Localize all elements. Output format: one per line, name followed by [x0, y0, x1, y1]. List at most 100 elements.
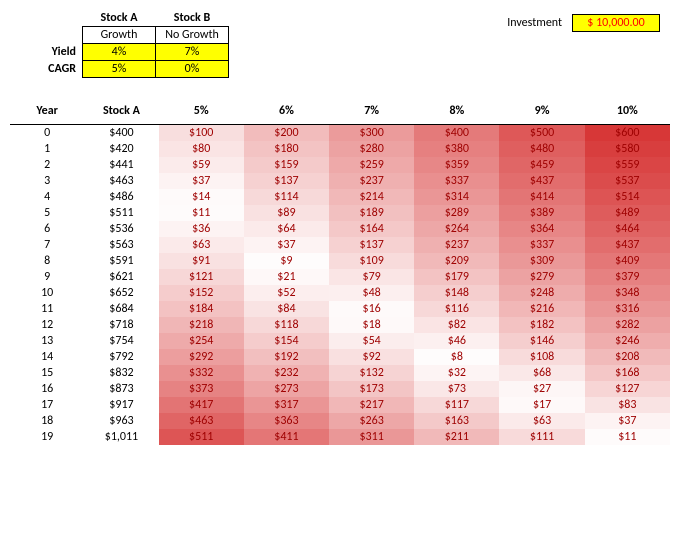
- diff-cell: $580: [585, 141, 670, 157]
- diff-cell: $37: [244, 237, 329, 253]
- diff-cell: $364: [499, 221, 584, 237]
- stock-a-cell: $832: [84, 365, 158, 381]
- year-cell: 14: [10, 349, 84, 365]
- diff-cell: $289: [414, 205, 499, 221]
- table-row: 5$511$11$89$189$289$389$489: [10, 205, 670, 221]
- stock-b-cagr[interactable]: 0%: [156, 61, 229, 78]
- diff-cell: $208: [585, 349, 670, 365]
- diff-cell: $273: [244, 381, 329, 397]
- diff-cell: $32: [414, 365, 499, 381]
- stock-a-cell: $591: [84, 253, 158, 269]
- col-5pct: 5%: [159, 98, 244, 125]
- diff-cell: $163: [414, 413, 499, 429]
- col-7pct: 7%: [329, 98, 414, 125]
- diff-cell: $237: [414, 237, 499, 253]
- investment-panel: Investment $ 10,000.00: [507, 10, 670, 32]
- diff-cell: $11: [159, 205, 244, 221]
- stock-b-yield[interactable]: 7%: [156, 44, 229, 61]
- table-row: 9$621$121$21$79$179$279$379: [10, 269, 670, 285]
- diff-cell: $311: [329, 429, 414, 445]
- diff-cell: $217: [329, 397, 414, 413]
- diff-cell: $152: [159, 285, 244, 301]
- diff-cell: $559: [585, 157, 670, 173]
- diff-cell: $73: [414, 381, 499, 397]
- col-year: Year: [10, 98, 84, 125]
- table-row: 4$486$14$114$214$314$414$514: [10, 189, 670, 205]
- diff-cell: $132: [329, 365, 414, 381]
- diff-cell: $348: [585, 285, 670, 301]
- stock-a-cell: $792: [84, 349, 158, 365]
- diff-cell: $182: [499, 317, 584, 333]
- table-row: 11$684$184$84$16$116$216$316: [10, 301, 670, 317]
- stock-a-cell: $652: [84, 285, 158, 301]
- diff-cell: $300: [329, 125, 414, 142]
- diff-cell: $489: [585, 205, 670, 221]
- stock-a-cell: $718: [84, 317, 158, 333]
- table-row: 13$754$254$154$54$46$146$246: [10, 333, 670, 349]
- diff-cell: $37: [585, 413, 670, 429]
- year-cell: 1: [10, 141, 84, 157]
- diff-cell: $63: [159, 237, 244, 253]
- diff-cell: $209: [414, 253, 499, 269]
- diff-cell: $280: [329, 141, 414, 157]
- diff-cell: $292: [159, 349, 244, 365]
- diff-cell: $373: [159, 381, 244, 397]
- diff-cell: $173: [329, 381, 414, 397]
- cagr-label: CAGR: [10, 61, 83, 78]
- diff-cell: $282: [585, 317, 670, 333]
- stock-a-yield[interactable]: 4%: [83, 44, 156, 61]
- stock-a-cell: $400: [84, 125, 158, 142]
- stock-a-cagr[interactable]: 5%: [83, 61, 156, 78]
- stock-b-header: Stock B: [156, 10, 229, 27]
- year-cell: 15: [10, 365, 84, 381]
- diff-cell: $89: [244, 205, 329, 221]
- diff-cell: $232: [244, 365, 329, 381]
- table-row: 3$463$37$137$237$337$437$537: [10, 173, 670, 189]
- year-cell: 11: [10, 301, 84, 317]
- diff-cell: $52: [244, 285, 329, 301]
- year-cell: 2: [10, 157, 84, 173]
- diff-cell: $108: [499, 349, 584, 365]
- stock-a-cell: $463: [84, 173, 158, 189]
- diff-cell: $37: [159, 173, 244, 189]
- year-cell: 7: [10, 237, 84, 253]
- diff-cell: $27: [499, 381, 584, 397]
- diff-cell: $537: [585, 173, 670, 189]
- diff-cell: $218: [159, 317, 244, 333]
- diff-cell: $192: [244, 349, 329, 365]
- stock-a-cell: $511: [84, 205, 158, 221]
- year-cell: 17: [10, 397, 84, 413]
- year-cell: 13: [10, 333, 84, 349]
- diff-cell: $80: [159, 141, 244, 157]
- investment-value[interactable]: $ 10,000.00: [572, 14, 660, 32]
- table-row: 10$652$152$52$48$148$248$348: [10, 285, 670, 301]
- diff-cell: $514: [585, 189, 670, 205]
- diff-cell: $48: [329, 285, 414, 301]
- diff-cell: $137: [329, 237, 414, 253]
- stock-a-cell: $536: [84, 221, 158, 237]
- diff-cell: $118: [244, 317, 329, 333]
- table-row: 19$1,011$511$411$311$211$111$11: [10, 429, 670, 445]
- diff-cell: $84: [244, 301, 329, 317]
- year-cell: 9: [10, 269, 84, 285]
- year-cell: 4: [10, 189, 84, 205]
- diff-cell: $148: [414, 285, 499, 301]
- stock-a-cell: $1,011: [84, 429, 158, 445]
- stock-a-cell: $963: [84, 413, 158, 429]
- stock-a-cell: $754: [84, 333, 158, 349]
- diff-cell: $92: [329, 349, 414, 365]
- table-row: 12$718$218$118$18$82$182$282: [10, 317, 670, 333]
- year-cell: 5: [10, 205, 84, 221]
- diff-cell: $459: [499, 157, 584, 173]
- diff-cell: $82: [414, 317, 499, 333]
- diff-cell: $68: [499, 365, 584, 381]
- year-cell: 6: [10, 221, 84, 237]
- year-cell: 19: [10, 429, 84, 445]
- diff-cell: $189: [329, 205, 414, 221]
- diff-cell: $600: [585, 125, 670, 142]
- table-row: 16$873$373$273$173$73$27$127: [10, 381, 670, 397]
- table-row: 14$792$292$192$92$8$108$208: [10, 349, 670, 365]
- table-row: 1$420$80$180$280$380$480$580: [10, 141, 670, 157]
- diff-cell: $317: [244, 397, 329, 413]
- year-cell: 8: [10, 253, 84, 269]
